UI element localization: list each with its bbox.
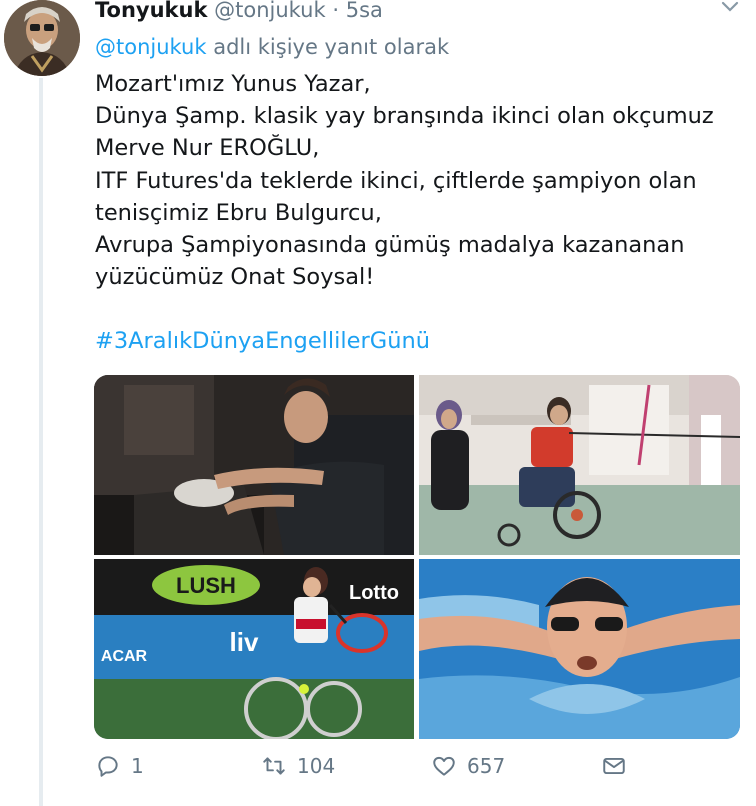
author-name[interactable]: Tonyukuk xyxy=(95,0,207,22)
like-button[interactable]: 657 xyxy=(431,752,505,780)
photo-wheelchair-tennis[interactable]: LUSH Lotto ACAR liv xyxy=(94,559,414,739)
sign-lush: LUSH xyxy=(176,573,236,598)
reply-mention-link[interactable]: @tonjukuk xyxy=(95,35,207,59)
photo-archer[interactable] xyxy=(419,375,740,555)
sign-acar: ACAR xyxy=(101,648,148,665)
tweet-body: Mozart'ımız Yunus Yazar, Dünya Şamp. kla… xyxy=(95,68,745,358)
like-count: 657 xyxy=(467,754,506,778)
chevron-down-icon[interactable] xyxy=(720,0,740,14)
heart-icon xyxy=(433,756,455,776)
tweet-text-line: Mozart'ımız Yunus Yazar, xyxy=(95,71,371,97)
reply-icon xyxy=(98,756,118,777)
tweet-text-line: ITF Futures'da teklerde ikinci, çiftlerd… xyxy=(95,167,697,194)
envelope-icon xyxy=(603,757,625,775)
tweet-text-line: Merve Nur EROĞLU, xyxy=(95,135,320,162)
tweet-text-line: tenisçimiz Ebru Bulgurcu, xyxy=(95,199,382,226)
sign-liv: liv xyxy=(230,627,259,657)
tweet-header: Tonyukuk @tonjukuk · 5sa xyxy=(95,0,383,24)
tweet-text-line: Dünya Şamp. klasik yay branşında ikinci … xyxy=(95,103,714,130)
tweet-timestamp[interactable]: 5sa xyxy=(346,0,383,22)
media-grid: LUSH Lotto ACAR liv xyxy=(94,375,740,739)
reply-count: 1 xyxy=(131,754,144,778)
tweet-text-line: yüzücümüz Onat Soysal! xyxy=(95,264,375,291)
author-avatar[interactable] xyxy=(4,0,80,76)
thread-connector-line xyxy=(39,78,43,806)
tweet-actions: 1 104 657 xyxy=(95,752,735,780)
reply-button[interactable]: 1 xyxy=(95,752,144,780)
retweet-button[interactable]: 104 xyxy=(261,752,335,780)
retweet-count: 104 xyxy=(297,754,336,778)
photo-pianist[interactable] xyxy=(94,375,414,555)
photo-swimmer[interactable] xyxy=(419,559,740,739)
header-separator: · xyxy=(332,0,340,22)
reply-context: @tonjukuk adlı kişiye yanıt olarak xyxy=(95,33,449,61)
sign-lotto: Lotto xyxy=(349,582,399,604)
tweet-text-line: Avrupa Şampiyonasında gümüş madalya kaza… xyxy=(95,231,685,258)
direct-message-button[interactable] xyxy=(601,752,627,780)
tweet-text-spacer xyxy=(95,293,745,325)
retweet-icon xyxy=(263,757,285,775)
hashtag-link[interactable]: #3AralıkDünyaEngellilerGünü xyxy=(95,325,745,357)
reply-context-text: adlı kişiye yanıt olarak xyxy=(213,35,450,59)
author-handle[interactable]: @tonjukuk xyxy=(214,0,326,22)
